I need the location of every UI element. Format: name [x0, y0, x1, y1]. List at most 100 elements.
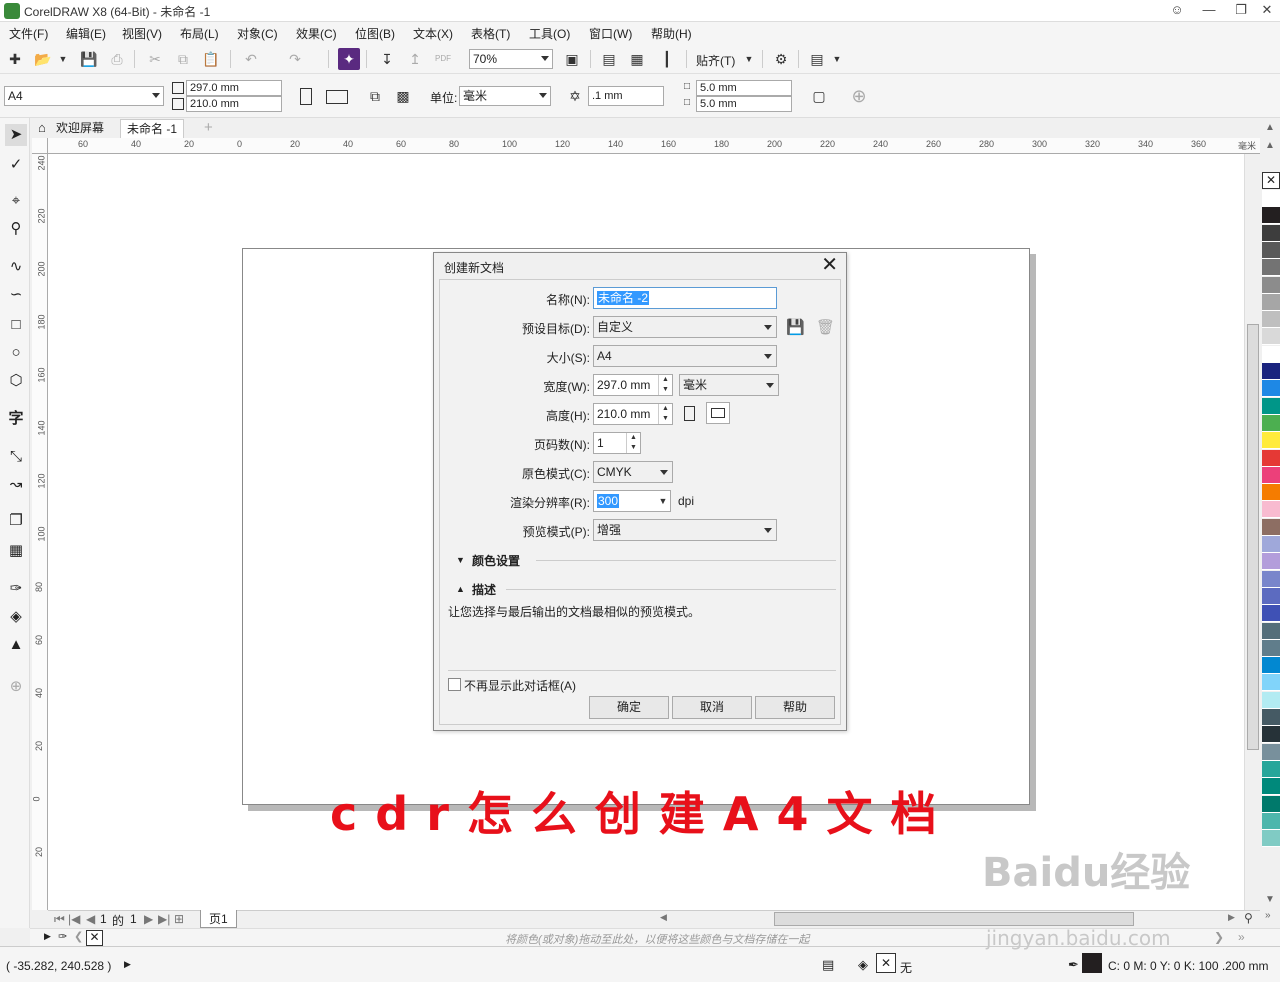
palette-scroll-up-icon[interactable]: ▲	[1265, 122, 1275, 133]
units-combo[interactable]: 毫米	[459, 86, 551, 106]
color-swatch[interactable]	[1262, 380, 1280, 398]
scroll-left-icon[interactable]: ◀	[660, 912, 667, 923]
eyedropper-tool-icon[interactable]: ✑	[5, 578, 27, 600]
outline-color-swatch[interactable]	[1082, 953, 1102, 973]
redo-icon[interactable]: ↷	[284, 48, 306, 70]
menu-table[interactable]: 表格(T)	[471, 25, 510, 42]
zoom-navigator-icon[interactable]: ⚲	[1244, 911, 1253, 925]
height-spinner[interactable]: ▲ ▼	[658, 404, 672, 424]
undo-icon[interactable]: ↶	[240, 48, 262, 70]
palette-scroll-down-icon[interactable]: ▼	[1265, 894, 1275, 905]
cut-icon[interactable]: ✂	[144, 48, 166, 70]
doc-palette-expand-icon[interactable]: »	[1238, 930, 1245, 944]
color-swatch[interactable]	[1262, 414, 1280, 432]
resolution-dropdown-icon[interactable]: ▼	[656, 491, 670, 511]
menu-view[interactable]: 视图(V)	[122, 25, 162, 42]
application-launcher-icon[interactable]: ▤	[806, 48, 828, 70]
options-gear-icon[interactable]: ⚙	[770, 48, 792, 70]
save-preset-icon[interactable]: 💾	[786, 318, 805, 336]
menu-text[interactable]: 文本(X)	[413, 25, 453, 42]
preview-mode-combo[interactable]: 增强	[593, 519, 777, 541]
dialog-close-icon[interactable]: ✕	[821, 254, 838, 276]
menu-file[interactable]: 文件(F)	[9, 25, 48, 42]
polygon-tool-icon[interactable]: ⬡	[5, 370, 27, 392]
unit-combo[interactable]: 毫米	[679, 374, 779, 396]
menu-window[interactable]: 窗口(W)	[589, 25, 632, 42]
color-swatch[interactable]	[1262, 743, 1280, 761]
color-swatch[interactable]	[1262, 293, 1280, 311]
next-page-icon[interactable]: ▶	[144, 912, 153, 926]
first-page-icon[interactable]: ⏮	[54, 912, 65, 927]
artistic-media-tool-icon[interactable]: ∽	[5, 284, 27, 306]
tab-document[interactable]: 未命名 -1	[120, 119, 185, 138]
pages-input[interactable]: 1 ▲ ▼	[593, 432, 641, 454]
width-spinner[interactable]: ▲ ▼	[658, 375, 672, 395]
copy-icon[interactable]: ⧉	[172, 48, 194, 70]
ellipse-tool-icon[interactable]: ○	[5, 342, 27, 364]
vertical-ruler[interactable]: 240 220 200 180 160 140 120 100 80 60 40 20 0 20	[32, 154, 48, 910]
nav-first-icon[interactable]: |◀	[68, 912, 80, 926]
ok-button[interactable]: 确定	[589, 696, 669, 719]
new-document-icon[interactable]: ✚	[4, 48, 26, 70]
pick-tool-icon[interactable]: ➤	[5, 124, 27, 146]
color-swatch[interactable]	[1262, 605, 1280, 623]
color-swatch[interactable]	[1262, 726, 1280, 744]
show-guidelines-icon[interactable]: ┃	[656, 48, 678, 70]
page-width-input[interactable]: 297.0 mm	[186, 80, 282, 96]
delete-preset-icon[interactable]: 🗑	[816, 318, 835, 336]
tab-welcome-screen[interactable]: ⌂ 欢迎屏幕	[32, 119, 110, 138]
add-page-icon[interactable]: ⊞	[174, 912, 184, 926]
portrait-orientation-icon[interactable]	[684, 406, 695, 421]
portrait-icon[interactable]	[300, 88, 312, 105]
color-swatch[interactable]	[1262, 311, 1280, 329]
last-page-icon[interactable]: ▶|	[158, 912, 170, 926]
search-content-icon[interactable]: ✦	[338, 48, 360, 70]
zoom-level-combo[interactable]: 70%	[469, 49, 553, 69]
page-border-icon[interactable]: ▢	[808, 85, 830, 107]
color-swatch[interactable]	[1262, 709, 1280, 726]
rectangle-tool-icon[interactable]: □	[5, 314, 27, 336]
nudge-distance-input[interactable]: .1 mm	[588, 86, 664, 106]
connector-tool-icon[interactable]: ↝	[5, 474, 27, 496]
page-height-input[interactable]: 210.0 mm	[186, 96, 282, 112]
landscape-icon[interactable]	[326, 90, 348, 104]
color-swatch[interactable]	[1262, 691, 1280, 709]
close-window-button[interactable]: ✕	[1250, 0, 1280, 22]
current-page-icon[interactable]: ▩	[392, 85, 414, 107]
interactive-fill-tool-icon[interactable]: ◈	[5, 606, 27, 628]
help-button[interactable]: 帮助	[755, 696, 835, 719]
pages-spinner[interactable]: ▲ ▼	[626, 433, 640, 453]
freehand-tool-icon[interactable]: ∿	[5, 256, 27, 278]
menu-bitmap[interactable]: 位图(B)	[355, 25, 395, 42]
all-pages-icon[interactable]: ⧉	[364, 85, 386, 107]
size-combo[interactable]: A4	[593, 345, 777, 367]
duplicate-x-input[interactable]: 5.0 mm	[696, 80, 792, 96]
add-toolbar-icon[interactable]: ⊕	[848, 85, 870, 107]
drop-shadow-tool-icon[interactable]: ❐	[5, 510, 27, 532]
color-swatch[interactable]	[1262, 674, 1280, 692]
vertical-scrollbar[interactable]	[1244, 154, 1260, 910]
eyedropper-icon[interactable]: ✑	[58, 930, 67, 943]
color-mode-combo[interactable]: CMYK	[593, 461, 673, 483]
export-pdf-icon[interactable]: PDF	[432, 48, 454, 70]
no-color-swatch[interactable]: ✕	[1262, 172, 1280, 189]
color-swatch[interactable]	[1262, 276, 1280, 294]
add-tool-icon[interactable]: ⊕	[5, 676, 27, 698]
open-icon[interactable]: 📂	[32, 48, 54, 70]
color-swatch[interactable]	[1262, 536, 1280, 553]
launcher-dropdown-icon[interactable]: ▼	[826, 48, 848, 70]
page-tab-1[interactable]: 页1	[200, 910, 237, 928]
color-swatch[interactable]	[1262, 830, 1280, 848]
color-swatch[interactable]	[1262, 518, 1280, 536]
zoom-tool-icon[interactable]: ⚲	[5, 218, 27, 240]
menu-effects[interactable]: 效果(C)	[296, 25, 337, 42]
landscape-orientation-button[interactable]	[706, 402, 730, 424]
page-size-combo[interactable]: A4	[4, 86, 164, 106]
color-swatch[interactable]	[1262, 778, 1280, 796]
no-color-doc-swatch[interactable]: ✕	[86, 930, 103, 946]
snap-dropdown-icon[interactable]: ▼	[738, 48, 760, 70]
color-swatch[interactable]	[1262, 657, 1280, 675]
add-tab-icon[interactable]: +	[198, 119, 219, 138]
horizontal-ruler[interactable]: 60 40 20 0 20 40 60 80 100 120 140 160 180 200 220 240 2…	[48, 138, 1260, 154]
status-expand-icon[interactable]: ▶	[124, 959, 131, 970]
